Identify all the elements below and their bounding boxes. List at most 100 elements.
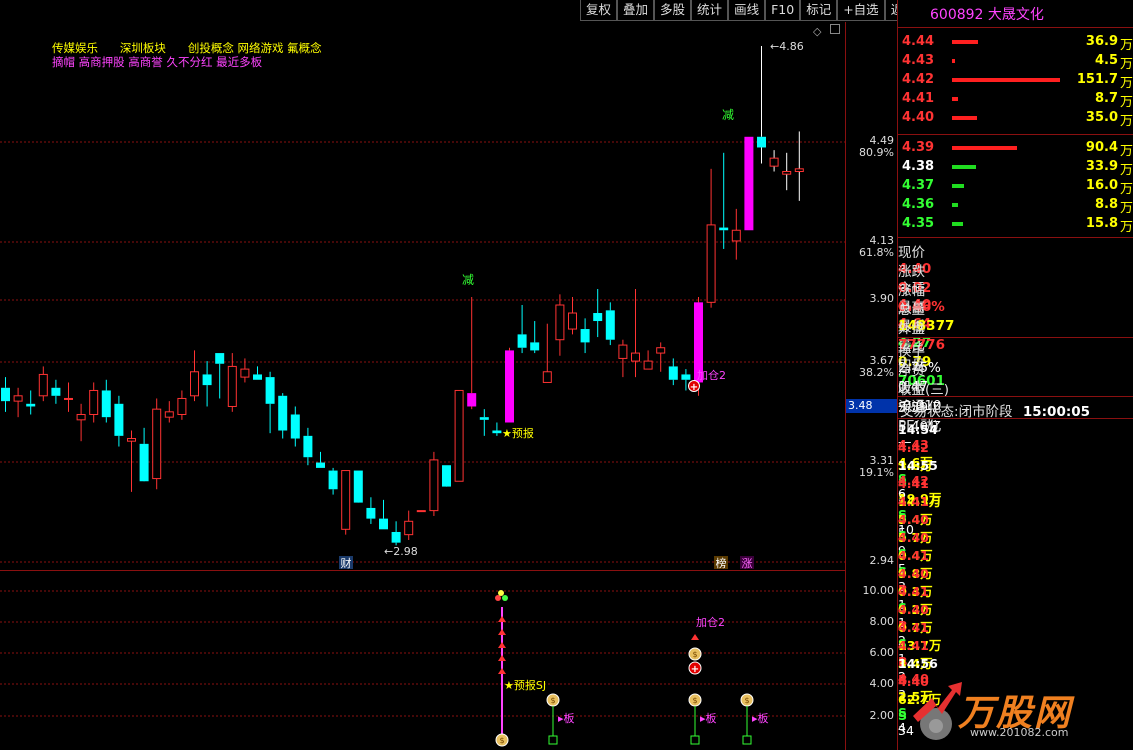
toolbar-button-1[interactable]: 叠加	[617, 0, 655, 21]
candle[interactable]	[366, 497, 376, 524]
candle[interactable]	[64, 382, 73, 412]
candle[interactable]	[89, 382, 99, 423]
candle[interactable]	[177, 390, 187, 420]
toolbar-button-6[interactable]: 标记	[800, 0, 838, 21]
candle-body-down	[757, 136, 766, 148]
candle[interactable]	[416, 510, 426, 513]
toolbar-button-0[interactable]: 复权	[580, 0, 618, 21]
candle[interactable]	[328, 467, 338, 495]
candle[interactable]	[391, 521, 401, 546]
candle[interactable]	[341, 470, 351, 535]
toolbar-button-5[interactable]: F10	[765, 0, 801, 21]
tick-price: 4.42	[898, 440, 929, 455]
candle[interactable]	[253, 366, 262, 380]
toolbar-button-4[interactable]: 画线	[728, 0, 766, 21]
candle[interactable]	[379, 499, 388, 530]
candle[interactable]	[719, 152, 729, 249]
bid-row[interactable]: 4.39 90.4 万	[898, 138, 1133, 159]
candle[interactable]	[152, 398, 162, 490]
ask-volume: 35.0	[1085, 110, 1118, 125]
candle[interactable]	[265, 371, 275, 434]
bid-row[interactable]: 4.36 8.8 万	[898, 195, 1133, 216]
candle[interactable]	[492, 422, 502, 436]
rise-badge: 涨	[742, 557, 753, 570]
candle[interactable]	[139, 427, 149, 482]
kline-chart[interactable]: 传媒娱乐 深圳板块 创投概念 网络游戏 氟概念 摘帽 高商押股 高商誉 久不分红…	[0, 22, 897, 750]
ask-row[interactable]: 4.43 4.5 万	[898, 51, 1133, 72]
candle[interactable]	[114, 395, 124, 447]
candle[interactable]	[404, 510, 414, 540]
toolbar-button-2[interactable]: 多股	[654, 0, 692, 21]
ask-price: 4.44	[902, 34, 935, 49]
candle[interactable]	[51, 379, 61, 404]
candle[interactable]	[101, 379, 111, 423]
candle[interactable]	[568, 297, 577, 335]
candle[interactable]	[706, 168, 716, 308]
candle[interactable]	[467, 297, 477, 410]
candle[interactable]	[542, 323, 552, 383]
candle-body-up	[542, 371, 552, 383]
up-arrow-icon	[498, 629, 506, 635]
ask-row[interactable]: 4.41 8.7 万	[898, 89, 1133, 110]
axis-pct-label: 38.2%	[859, 366, 894, 379]
candle[interactable]	[26, 390, 36, 415]
candle[interactable]	[744, 136, 754, 231]
candle[interactable]	[353, 470, 363, 503]
candle[interactable]	[429, 451, 439, 516]
stock-title[interactable]: 600892 大晟文化	[930, 4, 1044, 24]
candle[interactable]	[605, 302, 615, 346]
candle[interactable]	[442, 465, 451, 487]
candle[interactable]	[618, 339, 628, 378]
candle[interactable]	[643, 350, 653, 370]
candle[interactable]	[656, 342, 666, 372]
signal-square	[548, 735, 558, 745]
candle[interactable]	[316, 451, 325, 468]
candle-body-down	[479, 417, 489, 420]
candle[interactable]	[782, 152, 792, 191]
candle[interactable]	[190, 350, 199, 402]
candle[interactable]	[278, 393, 288, 439]
bid-row[interactable]: 4.37 16.0 万	[898, 176, 1133, 197]
candle[interactable]	[164, 401, 174, 423]
candle[interactable]	[76, 403, 86, 442]
ask-row[interactable]: 4.44 36.9 万	[898, 32, 1133, 53]
candle[interactable]	[38, 366, 48, 402]
candle-body-down	[593, 313, 603, 322]
candle[interactable]	[290, 406, 300, 447]
ask-row[interactable]: 4.40 35.0 万	[898, 108, 1133, 129]
candle-body-up	[177, 397, 187, 415]
tick-time: 14:55	[898, 458, 938, 473]
candle-body-up	[782, 171, 792, 175]
candle[interactable]	[127, 430, 136, 492]
candle[interactable]	[202, 361, 212, 407]
candle[interactable]	[505, 347, 514, 423]
candle[interactable]	[593, 288, 603, 338]
candle[interactable]	[454, 389, 464, 482]
candle[interactable]	[580, 318, 590, 354]
candle[interactable]	[731, 208, 741, 260]
candle[interactable]	[769, 150, 779, 172]
bid-row[interactable]: 4.35 15.8 万	[898, 214, 1133, 235]
toolbar-button-3[interactable]: 统计	[691, 0, 729, 21]
forecast-sj-label: ★预报SJ	[504, 678, 546, 692]
candle[interactable]	[757, 46, 766, 164]
bid-volume: 16.0	[1085, 178, 1118, 193]
candle[interactable]	[303, 427, 313, 466]
bid-row[interactable]: 4.38 33.9 万	[898, 157, 1133, 178]
low-marker: ←2.98	[384, 545, 418, 558]
toolbar-button-7[interactable]: +自选	[837, 0, 885, 21]
candle[interactable]	[240, 358, 250, 383]
candle[interactable]	[1, 377, 10, 412]
candle-body-down	[681, 374, 691, 380]
candle-body-down	[353, 470, 363, 503]
ask-row[interactable]: 4.42 151.7 万	[898, 70, 1133, 91]
price-axis: 4.49 80.9% 4.13 61.8% 3.90 3.67 38.2% 3.31 19.1%…	[845, 22, 898, 750]
candle[interactable]	[631, 288, 640, 378]
candle[interactable]	[13, 387, 23, 418]
candle-body-up	[89, 389, 99, 415]
candle[interactable]	[479, 409, 489, 436]
candle[interactable]	[517, 305, 527, 354]
candle[interactable]	[555, 294, 565, 356]
candle[interactable]	[215, 353, 225, 399]
candle[interactable]	[530, 321, 540, 354]
